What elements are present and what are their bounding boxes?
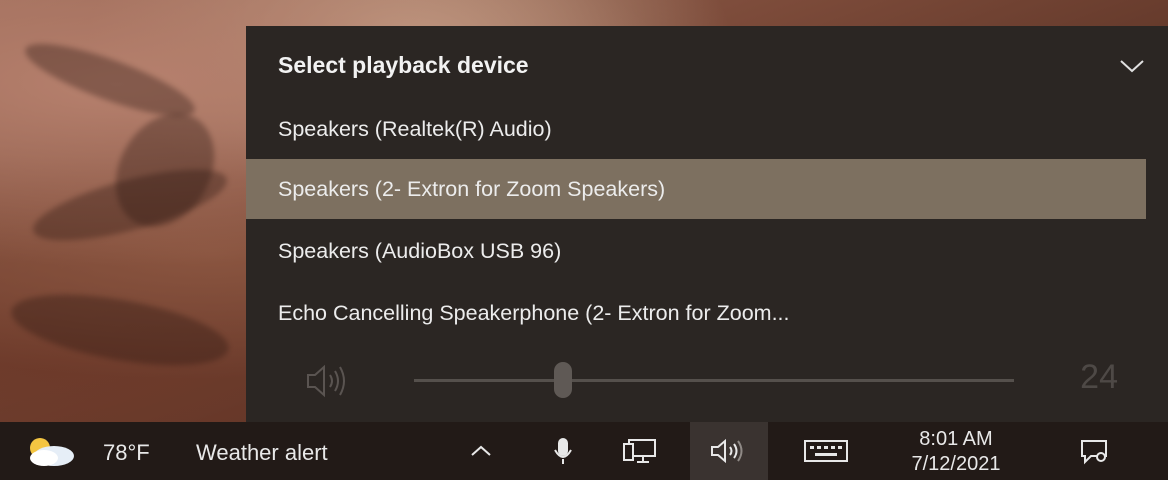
device-option-audiobox[interactable]: Speakers (AudioBox USB 96) — [246, 221, 1146, 281]
touch-keyboard-button[interactable] — [790, 422, 862, 480]
partly-cloudy-icon[interactable] — [20, 434, 80, 468]
microphone-button[interactable] — [540, 422, 586, 480]
chevron-down-icon[interactable] — [1118, 56, 1146, 76]
device-label: Speakers (2- Extron for Zoom Speakers) — [278, 176, 666, 201]
device-label: Speakers (AudioBox USB 96) — [278, 238, 562, 263]
clock-time: 8:01 AM — [919, 428, 993, 450]
device-option-echo-cancelling[interactable]: Echo Cancelling Speakerphone (2- Extron … — [246, 283, 1146, 343]
device-label: Echo Cancelling Speakerphone (2- Extron … — [278, 300, 790, 325]
system-clock[interactable]: 8:01 AM 7/12/2021 — [886, 427, 1026, 477]
volume-slider[interactable] — [414, 379, 1014, 382]
keyboard-icon — [804, 440, 848, 462]
speaker-icon[interactable] — [304, 361, 350, 401]
notification-center-button[interactable] — [1046, 422, 1142, 480]
device-label: Speakers (Realtek(R) Audio) — [278, 116, 552, 141]
weather-alert-text[interactable]: Weather alert — [196, 440, 328, 466]
temperature[interactable]: 78°F — [103, 440, 150, 466]
notification-icon — [1081, 440, 1107, 465]
playback-device-flyout: Select playback device Speakers (Realtek… — [246, 26, 1168, 422]
network-icon — [623, 439, 656, 463]
clock-date: 7/12/2021 — [911, 453, 1001, 475]
chevron-up-icon — [471, 445, 491, 456]
volume-button[interactable] — [690, 422, 768, 480]
microphone-icon — [554, 438, 572, 464]
volume-slider-thumb[interactable] — [554, 362, 572, 398]
tray-overflow-button[interactable] — [456, 422, 506, 480]
speaker-icon — [711, 438, 743, 464]
device-option-extron-speakers[interactable]: Speakers (2- Extron for Zoom Speakers) — [246, 159, 1146, 219]
volume-value: 24 — [1080, 358, 1118, 396]
device-option-realtek[interactable]: Speakers (Realtek(R) Audio) — [246, 99, 1146, 159]
taskbar: 78°F Weather alert 8:01 AM 7/12/2021 — [0, 422, 1168, 480]
network-button[interactable] — [612, 422, 668, 480]
flyout-title: Select playback device — [278, 52, 529, 78]
